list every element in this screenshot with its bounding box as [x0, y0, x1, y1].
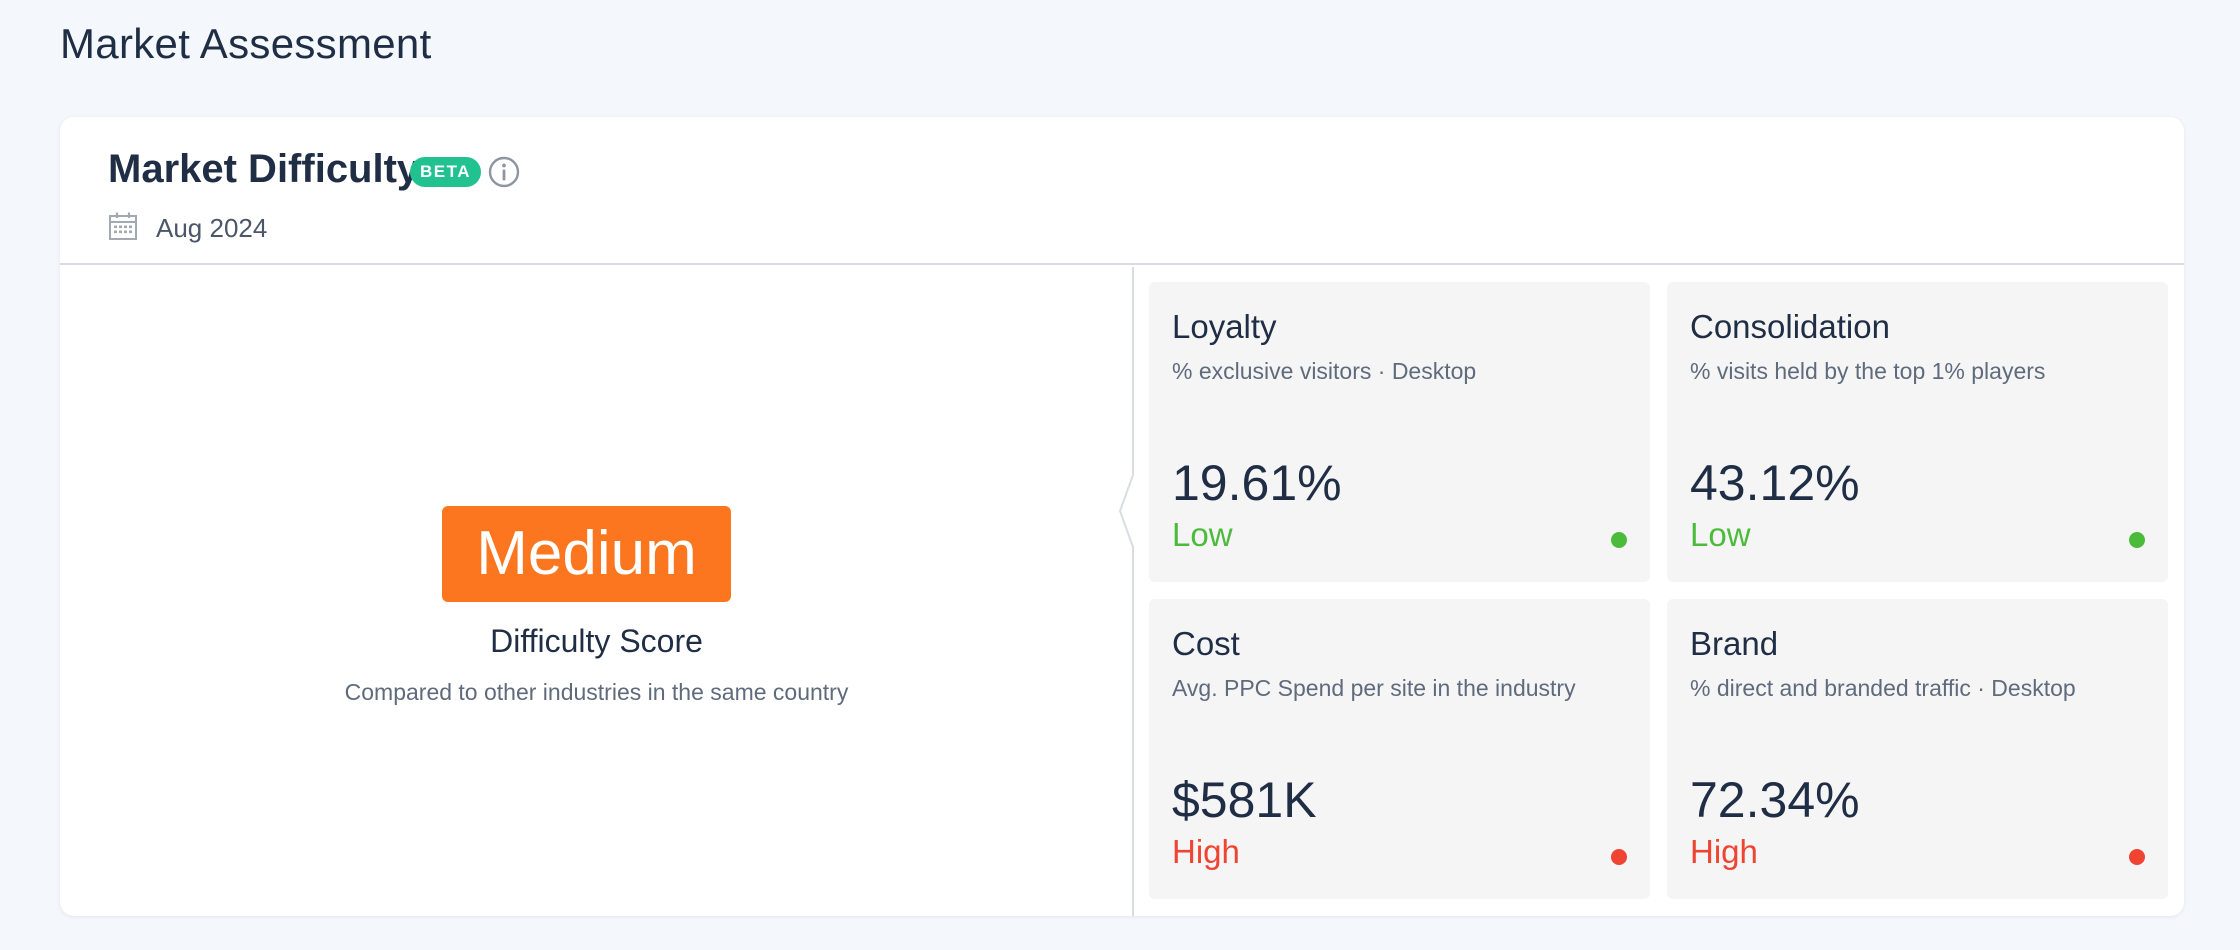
metric-level: High — [1690, 833, 1758, 870]
metric-value: 72.34% — [1690, 772, 1860, 828]
metric-level: Low — [1172, 516, 1233, 553]
metric-status-dot — [1611, 532, 1627, 548]
metric-subtitle: % direct and branded traffic · Desktop — [1690, 675, 2076, 701]
metric-status-dot — [1611, 849, 1627, 865]
difficulty-score-title: Difficulty Score — [490, 623, 703, 659]
metric-value: $581K — [1172, 772, 1317, 828]
metric-value: 19.61% — [1172, 455, 1342, 511]
metric-tile-consolidation: Consolidation % visits held by the top 1… — [1667, 282, 2168, 582]
metric-title: Cost — [1172, 625, 1240, 662]
info-icon[interactable] — [487, 155, 521, 189]
metric-subtitle: % visits held by the top 1% players — [1690, 358, 2046, 384]
difficulty-score-badge: Medium — [442, 506, 731, 602]
difficulty-score-pane: Medium Difficulty Score Compared to othe… — [60, 267, 1133, 916]
beta-badge: BETA — [410, 157, 482, 187]
calendar-icon — [109, 212, 137, 240]
metric-tile-brand: Brand % direct and branded traffic · Des… — [1667, 599, 2168, 899]
metric-tile-loyalty: Loyalty % exclusive visitors · Desktop 1… — [1149, 282, 1650, 582]
market-difficulty-card: Market Difficulty BETA Aug 2024 Medium D… — [60, 117, 2184, 916]
metric-status-dot — [2129, 532, 2145, 548]
metric-status-dot — [2129, 849, 2145, 865]
metric-tile-cost: Cost Avg. PPC Spend per site in the indu… — [1149, 599, 1650, 899]
page-title: Market Assessment — [60, 20, 432, 67]
pane-divider — [1118, 267, 1134, 916]
date-label: Aug 2024 — [156, 213, 268, 243]
metric-title: Consolidation — [1690, 308, 1890, 345]
metric-value: 43.12% — [1690, 455, 1860, 511]
difficulty-score-subtitle: Compared to other industries in the same… — [344, 679, 849, 705]
metric-level: Low — [1690, 516, 1751, 553]
metric-level: High — [1172, 833, 1240, 870]
metric-title: Brand — [1690, 625, 1779, 662]
card-header: Market Difficulty BETA Aug 2024 — [60, 117, 2184, 265]
metric-subtitle: % exclusive visitors · Desktop — [1172, 358, 1477, 384]
metric-title: Loyalty — [1172, 308, 1277, 345]
card-title: Market Difficulty — [108, 147, 420, 191]
metric-subtitle: Avg. PPC Spend per site in the industry — [1172, 675, 1576, 701]
